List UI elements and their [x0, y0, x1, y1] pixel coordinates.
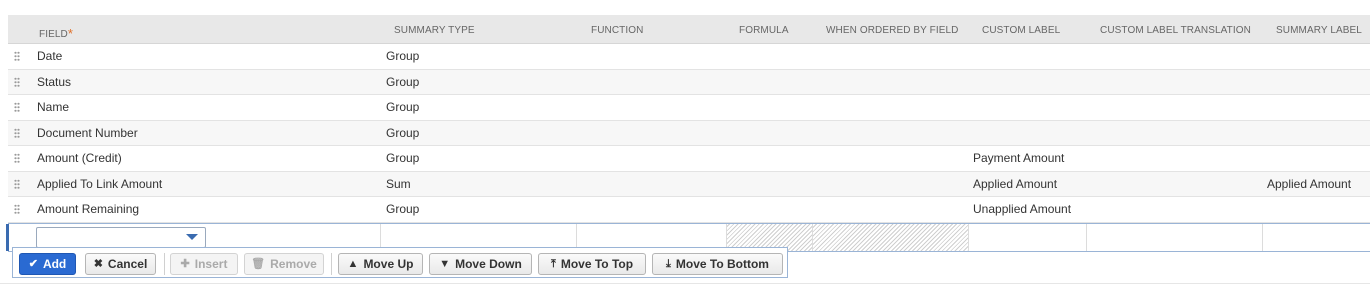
drag-handle-icon[interactable]: [14, 51, 20, 61]
row-custom-label: Unapplied Amount: [973, 202, 1072, 216]
table-row[interactable]: Amount Remaining Group Unapplied Amount: [8, 197, 1370, 223]
when-ordered-cell-disabled: [813, 223, 968, 251]
remove-label: Remove: [270, 257, 317, 271]
table-row[interactable]: Applied To Link Amount Sum Applied Amoun…: [8, 171, 1370, 197]
remove-button[interactable]: 🗑 Remove: [244, 253, 324, 275]
trash-icon: 🗑: [251, 257, 266, 270]
edit-row-indicator: [6, 223, 9, 251]
row-custom-label: Payment Amount: [973, 151, 1065, 165]
chevron-down-icon[interactable]: [186, 233, 198, 240]
move-to-bottom-button[interactable]: ⤓ Move To Bottom: [652, 253, 783, 275]
col-field-label: FIELD: [39, 29, 68, 40]
field-select[interactable]: [36, 226, 206, 248]
drag-handle-icon[interactable]: [14, 102, 20, 112]
move-to-top-label: Move To Top: [560, 257, 634, 271]
row-summary-type: Group: [386, 74, 420, 89]
drag-handle-icon[interactable]: [14, 153, 20, 163]
arrow-up-icon: ▲: [347, 257, 359, 270]
col-formula[interactable]: FORMULA: [739, 25, 789, 36]
row-field: Applied To Link Amount: [37, 176, 163, 191]
divider: [0, 283, 1370, 284]
col-summary-type[interactable]: SUMMARY TYPE: [394, 25, 475, 36]
drag-handle-icon[interactable]: [14, 127, 20, 138]
drag-handle-icon[interactable]: [14, 204, 20, 214]
toolbar-divider: [331, 253, 332, 275]
row-field: Date: [37, 49, 63, 63]
results-grid: FIELD* SUMMARY TYPE FUNCTION FORMULA WHE…: [6, 15, 1370, 252]
add-label: Add: [42, 257, 67, 271]
move-to-top-button[interactable]: ⤒ Move To Top: [538, 253, 646, 275]
move-to-bottom-label: Move To Bottom: [675, 257, 769, 271]
table-row[interactable]: Status Group: [8, 69, 1370, 95]
cell-divider: [1262, 223, 1263, 251]
close-icon: ✖: [93, 257, 103, 270]
col-custom-label[interactable]: CUSTOM LABEL: [982, 25, 1060, 36]
checkmark-icon: ✔: [28, 257, 38, 270]
row-summary-type: Group: [386, 151, 420, 165]
arrow-down-icon: ▼: [439, 257, 451, 270]
col-custom-label-translation[interactable]: CUSTOM LABEL TRANSLATION: [1100, 25, 1251, 36]
row-toolbar: ✔ Add ✖ Cancel ✚ Insert 🗑 Remove ▲ Move …: [12, 247, 788, 278]
row-summary-label: Applied Amount: [1267, 176, 1352, 191]
row-summary-type: Sum: [386, 176, 411, 191]
table-row[interactable]: Document Number Group: [8, 120, 1370, 146]
table-row[interactable]: Amount (Credit) Group Payment Amount: [8, 146, 1370, 172]
cancel-button[interactable]: ✖ Cancel: [85, 253, 156, 275]
row-field: Status: [37, 74, 72, 89]
col-summary-label[interactable]: SUMMARY LABEL: [1276, 25, 1362, 36]
cell-divider: [812, 223, 813, 251]
row-summary-type: Group: [386, 49, 420, 63]
move-to-top-icon: ⤒: [550, 257, 556, 270]
row-summary-type: Group: [386, 100, 420, 114]
col-function[interactable]: FUNCTION: [591, 25, 643, 36]
plus-icon: ✚: [180, 257, 190, 270]
row-summary-type: Group: [386, 125, 420, 140]
move-down-label: Move Down: [455, 257, 522, 271]
row-field: Document Number: [37, 125, 138, 140]
move-up-label: Move Up: [363, 257, 414, 271]
table-row[interactable]: Date Group: [8, 44, 1370, 70]
table-row[interactable]: Name Group: [8, 95, 1370, 121]
toolbar-divider: [164, 253, 165, 275]
row-field: Amount (Credit): [37, 151, 122, 165]
insert-button[interactable]: ✚ Insert: [170, 253, 238, 275]
drag-handle-icon[interactable]: [14, 178, 20, 189]
row-custom-label: Applied Amount: [973, 176, 1058, 191]
row-field: Amount Remaining: [37, 202, 140, 216]
cancel-label: Cancel: [107, 257, 148, 271]
move-down-button[interactable]: ▼ Move Down: [429, 253, 532, 275]
col-field[interactable]: FIELD*: [39, 25, 74, 41]
move-to-bottom-icon: ⤓: [666, 257, 671, 270]
required-mark: *: [67, 26, 74, 41]
row-summary-type: Group: [386, 202, 420, 216]
insert-label: Insert: [194, 257, 228, 271]
col-when-ordered[interactable]: WHEN ORDERED BY FIELD: [826, 25, 959, 36]
row-field: Name: [37, 100, 70, 114]
cell-divider: [968, 223, 969, 251]
add-button[interactable]: ✔ Add: [19, 253, 76, 275]
grid-header: FIELD* SUMMARY TYPE FUNCTION FORMULA WHE…: [8, 15, 1370, 44]
cell-divider: [1086, 223, 1087, 251]
drag-handle-icon[interactable]: [14, 76, 20, 87]
move-up-button[interactable]: ▲ Move Up: [338, 253, 423, 275]
